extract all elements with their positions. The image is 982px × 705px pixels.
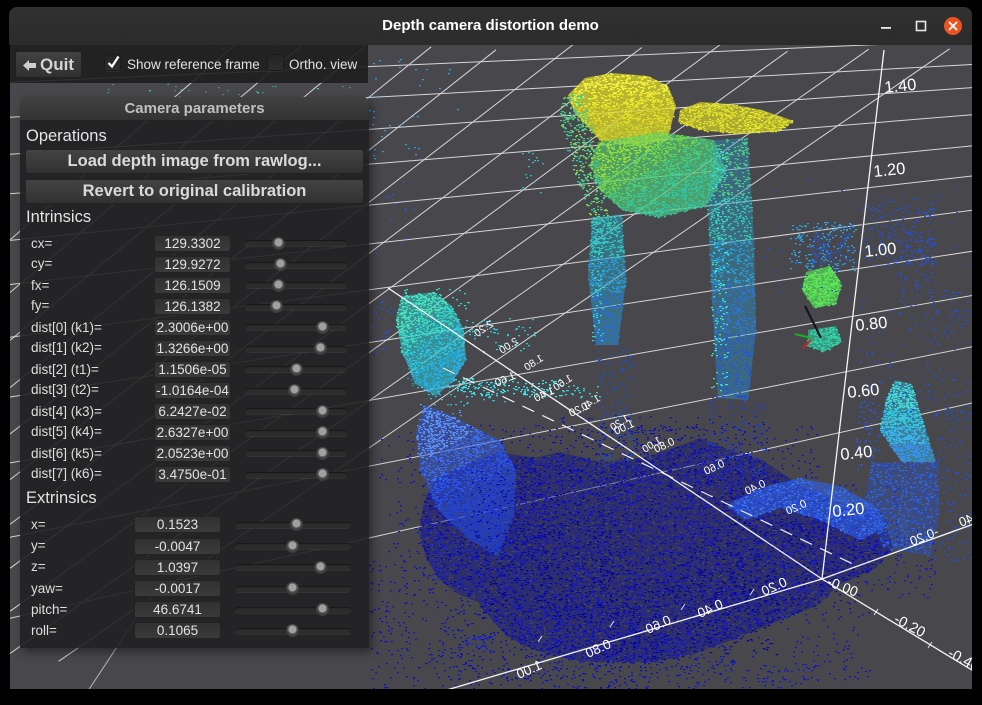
svg-text:1.60: 1.60	[493, 370, 517, 390]
svg-text:-0.20: -0.20	[891, 611, 928, 641]
svg-text:0.20: 0.20	[832, 500, 866, 521]
svg-text:0.60: 0.60	[847, 381, 881, 402]
svg-text:0.80: 0.80	[855, 314, 889, 335]
svg-text:0.40: 0.40	[840, 443, 874, 464]
svg-text:1.00: 1.00	[864, 240, 898, 261]
svg-text:2.00: 2.00	[497, 335, 521, 356]
svg-text:-0.40: -0.40	[945, 645, 972, 675]
svg-text:-0.40: -0.40	[957, 505, 972, 530]
svg-text:2.20: 2.20	[472, 318, 496, 339]
svg-text:1.00: 1.00	[514, 657, 544, 681]
svg-text:1.40: 1.40	[884, 76, 918, 97]
svg-text:1.20: 1.20	[873, 160, 907, 181]
